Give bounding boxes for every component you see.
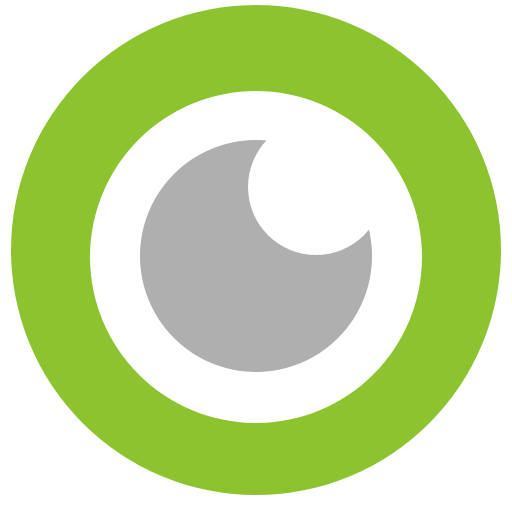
eye-icon xyxy=(11,5,501,495)
app-icon-canvas xyxy=(0,0,512,512)
highlight-notch xyxy=(248,119,384,255)
